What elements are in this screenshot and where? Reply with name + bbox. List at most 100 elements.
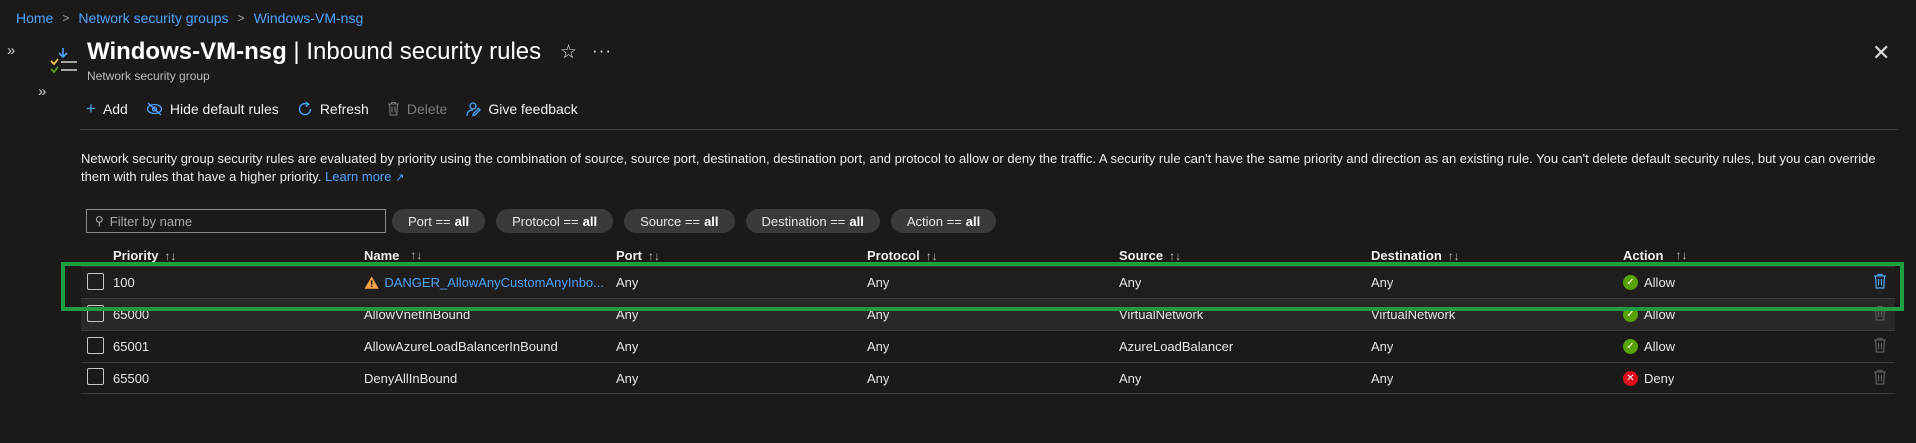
page-title-resource: Windows-VM-nsg [87,38,287,65]
row-port: Any [616,339,639,354]
column-header-action[interactable]: Action ↑↓ [1623,248,1687,263]
filter-pill-source[interactable]: Source == all [624,209,735,233]
row-delete [1873,337,1887,356]
pill-label: Destination == [761,213,846,229]
sort-icon: ↑↓ [164,248,177,263]
search-icon: ⚲ [95,214,104,228]
delete-label: Delete [406,100,448,117]
filter-by-name-box[interactable]: ⚲ [86,209,386,233]
refresh-label: Refresh [319,100,369,117]
filter-pill-port[interactable]: Port == all [392,209,486,233]
allow-check-icon: ✓ [1623,339,1638,354]
deny-x-icon: ✕ [1623,370,1638,386]
sort-icon: ↑↓ [1447,248,1460,263]
row-name: DenyAllInBound [364,370,458,386]
row-checkbox[interactable] [87,368,104,388]
column-header-priority[interactable]: Priority ↑↓ [113,248,177,263]
row-action: ✓ Allow [1623,339,1675,354]
learn-more-label: Learn more [325,169,392,184]
pill-label: Protocol == [512,213,579,229]
table-row[interactable]: 65500 DenyAllInBound Any Any Any Any ✕ De… [81,362,1895,394]
hide-default-rules-button[interactable]: Hide default rules [146,101,279,117]
give-feedback-label: Give feedback [488,100,578,117]
close-icon[interactable]: ✕ [1872,40,1890,66]
favorite-star-icon[interactable]: ☆ [560,41,577,64]
filter-pill-protocol[interactable]: Protocol == all [496,209,614,233]
expand-sidebar-icon[interactable]: » [7,42,15,59]
pill-label: Action == [906,213,962,229]
column-header-destination[interactable]: Destination ↑↓ [1371,248,1460,263]
action-label: Allow [1644,339,1676,354]
page-title-section: | Inbound security rules [286,38,542,65]
pill-label: Port == [408,213,451,229]
column-header-source[interactable]: Source ↑↓ [1119,248,1181,263]
chevron-right-icon: > [237,11,245,25]
delete-button[interactable]: Delete [387,101,447,117]
breadcrumb-windows-vm-nsg[interactable]: Windows-VM-nsg [254,10,364,26]
breadcrumb-network-security-groups[interactable]: Network security groups [78,10,228,26]
sort-icon: ↑↓ [1169,248,1182,263]
highlight-box [61,262,1904,311]
refresh-icon [298,100,312,115]
breadcrumb-home[interactable]: Home [16,10,53,26]
row-delete [1873,369,1887,388]
feedback-icon [466,101,482,116]
column-label: Action [1623,247,1664,263]
column-label: Port [616,247,642,263]
more-options-icon[interactable]: ··· [592,41,612,61]
row-name: AllowAzureLoadBalancerInBound [364,339,558,354]
sort-icon: ↑↓ [648,248,660,263]
description-text: Network security group security rules ar… [81,150,1891,187]
external-link-icon: ↗ [395,172,405,184]
row-priority: 65500 [113,370,150,386]
filter-by-name-input[interactable] [109,213,370,229]
page-title: Windows-VM-nsg | Inbound security rules [87,38,541,66]
give-feedback-button[interactable]: Give feedback [465,101,578,117]
filter-pill-action[interactable]: Action == all [890,209,997,233]
refresh-button[interactable]: Refresh [297,101,369,117]
expand-menu-icon[interactable]: » [38,83,46,100]
page-subtitle: Network security group [87,69,210,83]
toolbar-divider [80,129,1898,130]
column-label: Name [364,247,400,263]
column-label: Destination [1371,247,1442,263]
trash-icon [1874,337,1886,353]
pill-value: all [454,213,470,229]
eye-hide-icon [146,102,163,115]
sort-icon: ↑↓ [925,248,938,263]
column-label: Protocol [867,247,920,263]
column-header-name[interactable]: Name ↑↓ [364,248,604,263]
row-destination: Any [1371,339,1394,354]
checkbox[interactable] [87,336,104,354]
row-protocol: Any [867,370,890,386]
row-source: Any [1119,370,1142,386]
row-priority: 65001 [113,339,150,354]
trash-icon [387,101,399,116]
add-label: Add [102,100,128,117]
row-destination: Any [1371,370,1394,386]
filter-pill-destination[interactable]: Destination == all [745,209,880,233]
command-bar: + Add Hide default rules Refresh Delete … [86,100,578,117]
checkbox[interactable] [87,368,104,385]
plus-icon: + [86,99,96,118]
inbound-rules-icon [50,48,77,74]
hide-default-rules-label: Hide default rules [169,100,279,117]
row-checkbox[interactable] [87,336,104,357]
column-label: Priority [113,247,159,263]
pill-value: all [704,213,719,229]
pill-value: all [582,213,598,229]
pill-value: all [965,213,981,229]
breadcrumb: Home > Network security groups > Windows… [16,10,363,26]
table-row[interactable]: 65001 AllowAzureLoadBalancerInBound Any … [81,330,1895,362]
sort-icon: ↑↓ [1675,248,1688,262]
learn-more-link[interactable]: Learn more ↗ [325,169,404,184]
add-button[interactable]: + Add [86,100,128,117]
row-source: AzureLoadBalancer [1119,339,1234,354]
row-protocol: Any [867,339,890,354]
column-label: Source [1119,247,1164,263]
pill-value: all [849,213,864,229]
column-header-protocol[interactable]: Protocol ↑↓ [867,248,938,263]
filter-pills: Port == all Protocol == all Source == al… [392,209,997,233]
column-header-port[interactable]: Port ↑↓ [616,248,660,263]
chevron-right-icon: > [62,11,70,25]
